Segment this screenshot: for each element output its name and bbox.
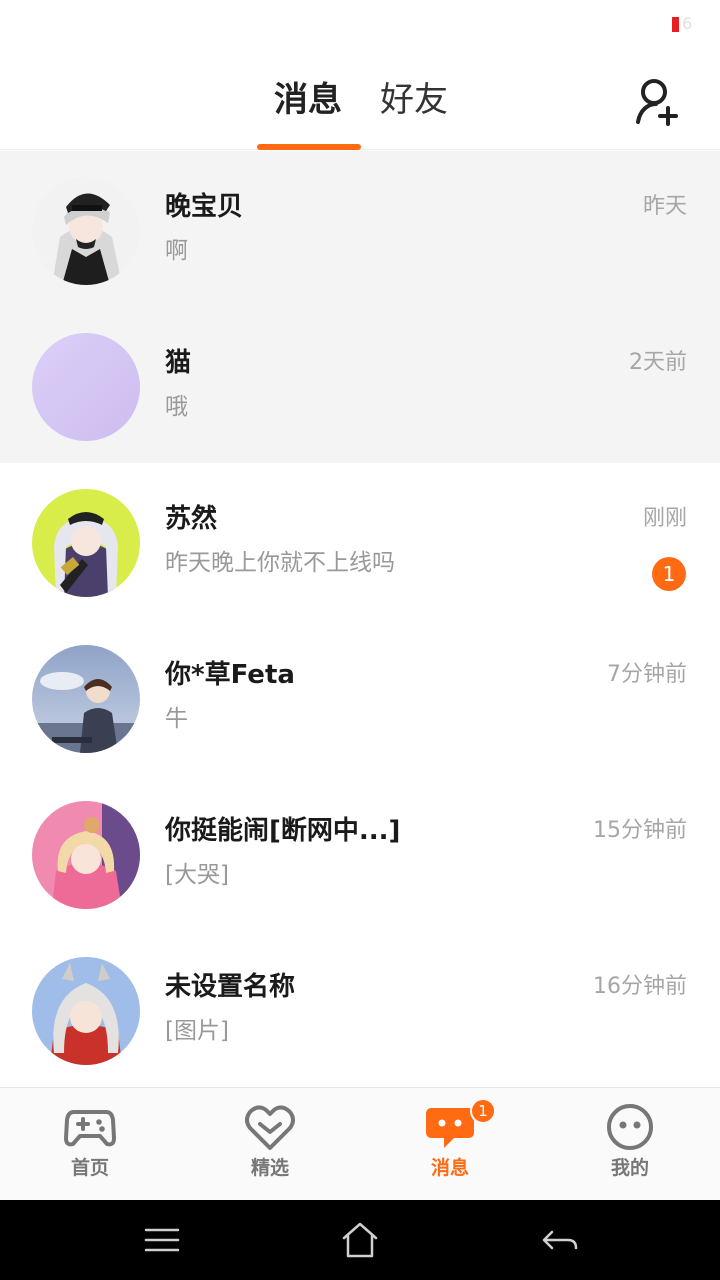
bottom-navigation: 首页 精选 1 消息 我的 xyxy=(0,1087,720,1200)
face-icon xyxy=(604,1102,656,1152)
tab-messages[interactable]: 消息 xyxy=(274,78,342,122)
message-preview: 昨天晚上你就不上线吗 xyxy=(165,550,395,576)
home-icon[interactable] xyxy=(338,1218,382,1262)
conversation-list: 晚宝贝 啊 昨天 猫 哦 2天前 苏然 昨天晚上你就不上线吗 刚刚 1 你*草F… xyxy=(0,151,720,1087)
conversation-row[interactable]: 猫 哦 2天前 xyxy=(0,307,720,463)
conversation-name: 猫 xyxy=(165,348,192,378)
avatar xyxy=(32,333,140,441)
message-time: 昨天 xyxy=(642,194,687,219)
nav-unread-badge: 1 xyxy=(470,1098,496,1124)
avatar xyxy=(32,645,140,753)
message-time: 16分钟前 xyxy=(593,974,687,999)
tab-friends[interactable]: 好友 xyxy=(380,78,448,122)
message-time: 7分钟前 xyxy=(607,662,687,687)
top-tab-bar: 消息 好友 xyxy=(0,52,720,150)
nav-label: 我的 xyxy=(610,1157,649,1179)
conversation-name: 苏然 xyxy=(165,504,218,534)
message-preview: 牛 xyxy=(165,706,188,732)
message-preview: [大哭] xyxy=(165,862,229,888)
avatar xyxy=(32,957,140,1065)
menu-icon[interactable] xyxy=(140,1218,184,1262)
conversation-row[interactable]: 未设置名称 [图片] 16分钟前 xyxy=(0,931,720,1087)
add-friend-button[interactable] xyxy=(630,74,686,130)
message-time: 刚刚 xyxy=(642,506,687,531)
status-bar: 6 xyxy=(0,0,720,52)
nav-label: 消息 xyxy=(430,1157,469,1179)
avatar xyxy=(32,801,140,909)
avatar xyxy=(32,177,140,285)
add-person-icon xyxy=(636,79,678,126)
chat-bubble-icon xyxy=(424,1102,476,1152)
avatar xyxy=(32,489,140,597)
nav-item-featured[interactable]: 精选 xyxy=(180,1088,360,1201)
nav-item-messages[interactable]: 1 消息 xyxy=(360,1088,540,1201)
unread-badge: 1 xyxy=(652,557,686,591)
battery-text: 6 xyxy=(682,14,693,33)
battery-level xyxy=(672,17,679,32)
gamepad-icon xyxy=(64,1102,116,1152)
back-icon[interactable] xyxy=(538,1218,582,1262)
nav-item-profile[interactable]: 我的 xyxy=(540,1088,720,1201)
nav-label: 精选 xyxy=(250,1157,289,1179)
message-time: 2天前 xyxy=(629,350,687,375)
message-preview: 啊 xyxy=(165,238,188,264)
message-preview: [图片] xyxy=(165,1018,229,1044)
system-navigation-bar xyxy=(0,1200,720,1280)
conversation-name: 未设置名称 xyxy=(165,972,296,1002)
conversation-row[interactable]: 晚宝贝 啊 昨天 xyxy=(0,151,720,307)
active-tab-indicator xyxy=(257,144,361,150)
battery-indicator: 6 xyxy=(672,14,702,34)
conversation-name: 你挺能闹[断网中...] xyxy=(165,816,401,846)
heart-chevron-icon xyxy=(244,1102,296,1152)
nav-item-home[interactable]: 首页 xyxy=(0,1088,180,1201)
message-time: 15分钟前 xyxy=(593,818,687,843)
conversation-row[interactable]: 你挺能闹[断网中...] [大哭] 15分钟前 xyxy=(0,775,720,931)
conversation-name: 你*草Feta xyxy=(165,660,295,690)
nav-label: 首页 xyxy=(70,1157,109,1179)
message-preview: 哦 xyxy=(165,394,188,420)
conversation-name: 晚宝贝 xyxy=(165,192,244,222)
conversation-row[interactable]: 你*草Feta 牛 7分钟前 xyxy=(0,619,720,775)
conversation-row[interactable]: 苏然 昨天晚上你就不上线吗 刚刚 1 xyxy=(0,463,720,619)
